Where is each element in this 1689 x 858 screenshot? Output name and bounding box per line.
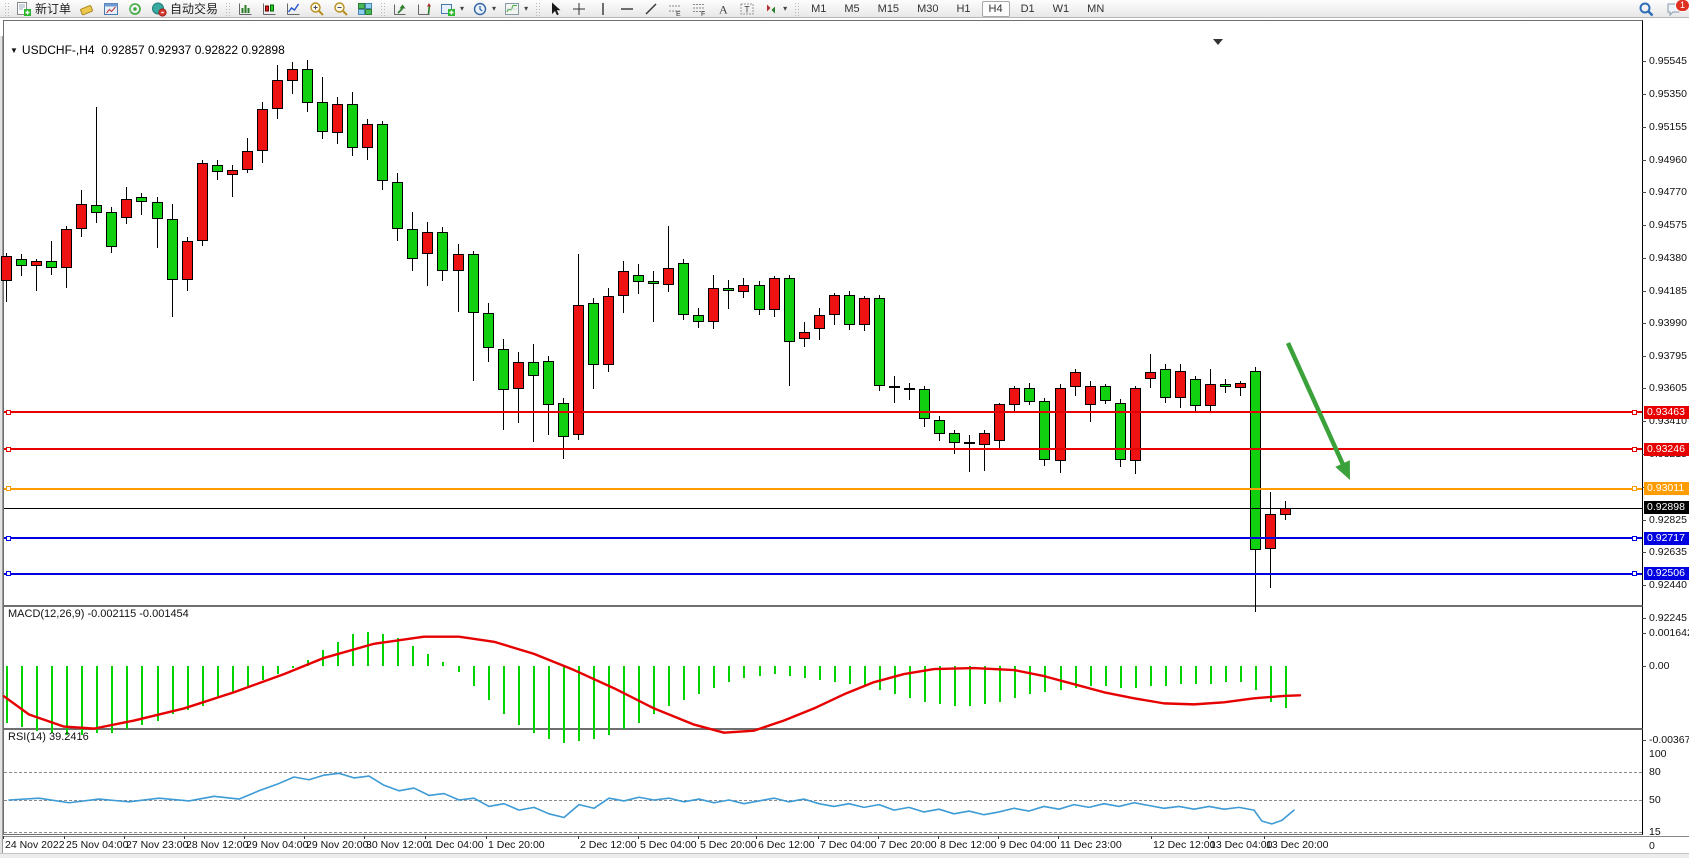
auto-trading-label: 自动交易: [170, 0, 218, 17]
timeframe-m1-button[interactable]: M1: [804, 1, 833, 17]
new-order-label: 新订单: [35, 0, 71, 17]
equidistant-channel-button[interactable]: E: [664, 0, 686, 18]
arrange-a-icon: [392, 1, 408, 17]
timeframe-mn-button[interactable]: MN: [1080, 1, 1111, 17]
price-chart-panel[interactable]: [3, 20, 1643, 606]
vertical-line-icon: [595, 1, 611, 17]
dropdown-caret-icon: ▾: [460, 4, 464, 13]
toolbar-grip: [794, 2, 799, 16]
arrow-objects-icon: [763, 1, 779, 17]
vertical-line-button[interactable]: [592, 0, 614, 18]
toolbar-grip: [225, 2, 230, 16]
dropdown-caret-icon: ▾: [524, 4, 528, 13]
timeframe-m5-button[interactable]: M5: [837, 1, 866, 17]
crosshair-button[interactable]: [568, 0, 590, 18]
horizontal-line-icon: [619, 1, 635, 17]
ohlc-values: 0.92857 0.92937 0.92822 0.92898: [101, 43, 285, 57]
equidistant-channel-icon: E: [667, 1, 683, 17]
price-axis[interactable]: [1643, 36, 1689, 836]
cursor-button[interactable]: [544, 0, 566, 18]
trend-line-icon: [643, 1, 659, 17]
fibonacci-button[interactable]: F: [688, 0, 710, 18]
chart-title: ▼ USDCHF-,H4 0.92857 0.92937 0.92822 0.92…: [10, 43, 285, 57]
periods-clock-button[interactable]: ▾: [469, 0, 499, 18]
macd-panel[interactable]: [3, 606, 1643, 729]
timeframe-h1-button[interactable]: H1: [949, 1, 977, 17]
styler-icon: [79, 1, 95, 17]
arrange-a-button[interactable]: [389, 0, 411, 18]
window-bottom-edge: [0, 853, 1689, 858]
chart-window: ▼ USDCHF-,H4 0.92857 0.92937 0.92822 0.92…: [0, 18, 1689, 858]
svg-text:F: F: [701, 11, 705, 17]
time-axis[interactable]: [3, 836, 1689, 853]
timeframe-m15-button[interactable]: M15: [871, 1, 906, 17]
new-order-button[interactable]: 新订单: [13, 0, 74, 18]
new-order-icon: [16, 1, 32, 17]
zoom-in-icon: [309, 1, 325, 17]
line-chart-type-icon: [285, 1, 301, 17]
bar-chart-type-icon: [237, 1, 253, 17]
arrange-b-icon: [416, 1, 432, 17]
horizontal-line-button[interactable]: [616, 0, 638, 18]
rsi-panel[interactable]: [3, 729, 1643, 835]
text-label-button[interactable]: T: [736, 0, 758, 18]
zoom-out-button[interactable]: [330, 0, 352, 18]
svg-text:T: T: [744, 4, 750, 14]
candle-chart-type-icon: [261, 1, 277, 17]
tile-windows-icon: [357, 1, 373, 17]
arrow-objects-button[interactable]: ▾: [760, 0, 790, 18]
mt4-terminal: 新订单 自动交易 ▾ ▾ ▾ E F A T ▾ M1M5 M15M30H1 H4D1W1MN 1 ▼ U…: [0, 0, 1689, 858]
timeframe-d1-button[interactable]: D1: [1014, 1, 1042, 17]
new-chart-button[interactable]: ▾: [437, 0, 467, 18]
auto-trading-icon: [151, 1, 167, 17]
crosshair-icon: [571, 1, 587, 17]
svg-text:E: E: [676, 11, 681, 17]
dropdown-caret-icon: ▾: [492, 4, 496, 13]
main-toolbar: 新订单 自动交易 ▾ ▾ ▾ E F A T ▾ M1M5 M15M30H1 H4D1W1MN: [0, 0, 1689, 18]
chat-button[interactable]: 1: [1663, 0, 1685, 18]
toolbar-grip: [535, 2, 540, 16]
chart-window-icon: [103, 1, 119, 17]
text-icon: A: [715, 1, 731, 17]
arrange-b-button[interactable]: [413, 0, 435, 18]
chart-dropdown-icon[interactable]: ▼: [10, 46, 18, 55]
toolbar-right-group: 1: [1635, 0, 1685, 18]
signals-icon: [127, 1, 143, 17]
cursor-icon: [547, 1, 563, 17]
zoom-out-icon: [333, 1, 349, 17]
bar-chart-type-button[interactable]: [234, 0, 256, 18]
macd-indicator-label: MACD(12,26,9) -0.002115 -0.001454: [8, 608, 189, 620]
search-button[interactable]: [1635, 0, 1657, 18]
tile-windows-button[interactable]: [354, 0, 376, 18]
fibonacci-icon: F: [691, 1, 707, 17]
timeframe-m30-button[interactable]: M30: [910, 1, 945, 17]
line-chart-type-button[interactable]: [282, 0, 304, 18]
timeframe-w1-button[interactable]: W1: [1046, 1, 1077, 17]
text-button[interactable]: A: [712, 0, 734, 18]
toolbar-grip: [380, 2, 385, 16]
new-chart-icon: [440, 1, 456, 17]
templates-icon: [504, 1, 520, 17]
text-label-icon: T: [739, 1, 755, 17]
styler-button[interactable]: [76, 0, 98, 18]
auto-trading-button[interactable]: 自动交易: [148, 0, 221, 18]
svg-text:A: A: [719, 2, 728, 16]
timeframe-h4-button[interactable]: H4: [982, 1, 1010, 17]
symbol-period-label: USDCHF-,H4: [22, 43, 95, 57]
trend-line-button[interactable]: [640, 0, 662, 18]
chart-window-button[interactable]: [100, 0, 122, 18]
zoom-in-button[interactable]: [306, 0, 328, 18]
templates-button[interactable]: ▾: [501, 0, 531, 18]
candle-chart-type-button[interactable]: [258, 0, 280, 18]
rsi-indicator-label: RSI(14) 39.2416: [8, 731, 89, 743]
periods-clock-icon: [472, 1, 488, 17]
signals-button[interactable]: [124, 0, 146, 18]
chat-unread-badge: 1: [1675, 0, 1689, 12]
dropdown-caret-icon: ▾: [783, 4, 787, 13]
toolbar-grip: [4, 2, 9, 16]
